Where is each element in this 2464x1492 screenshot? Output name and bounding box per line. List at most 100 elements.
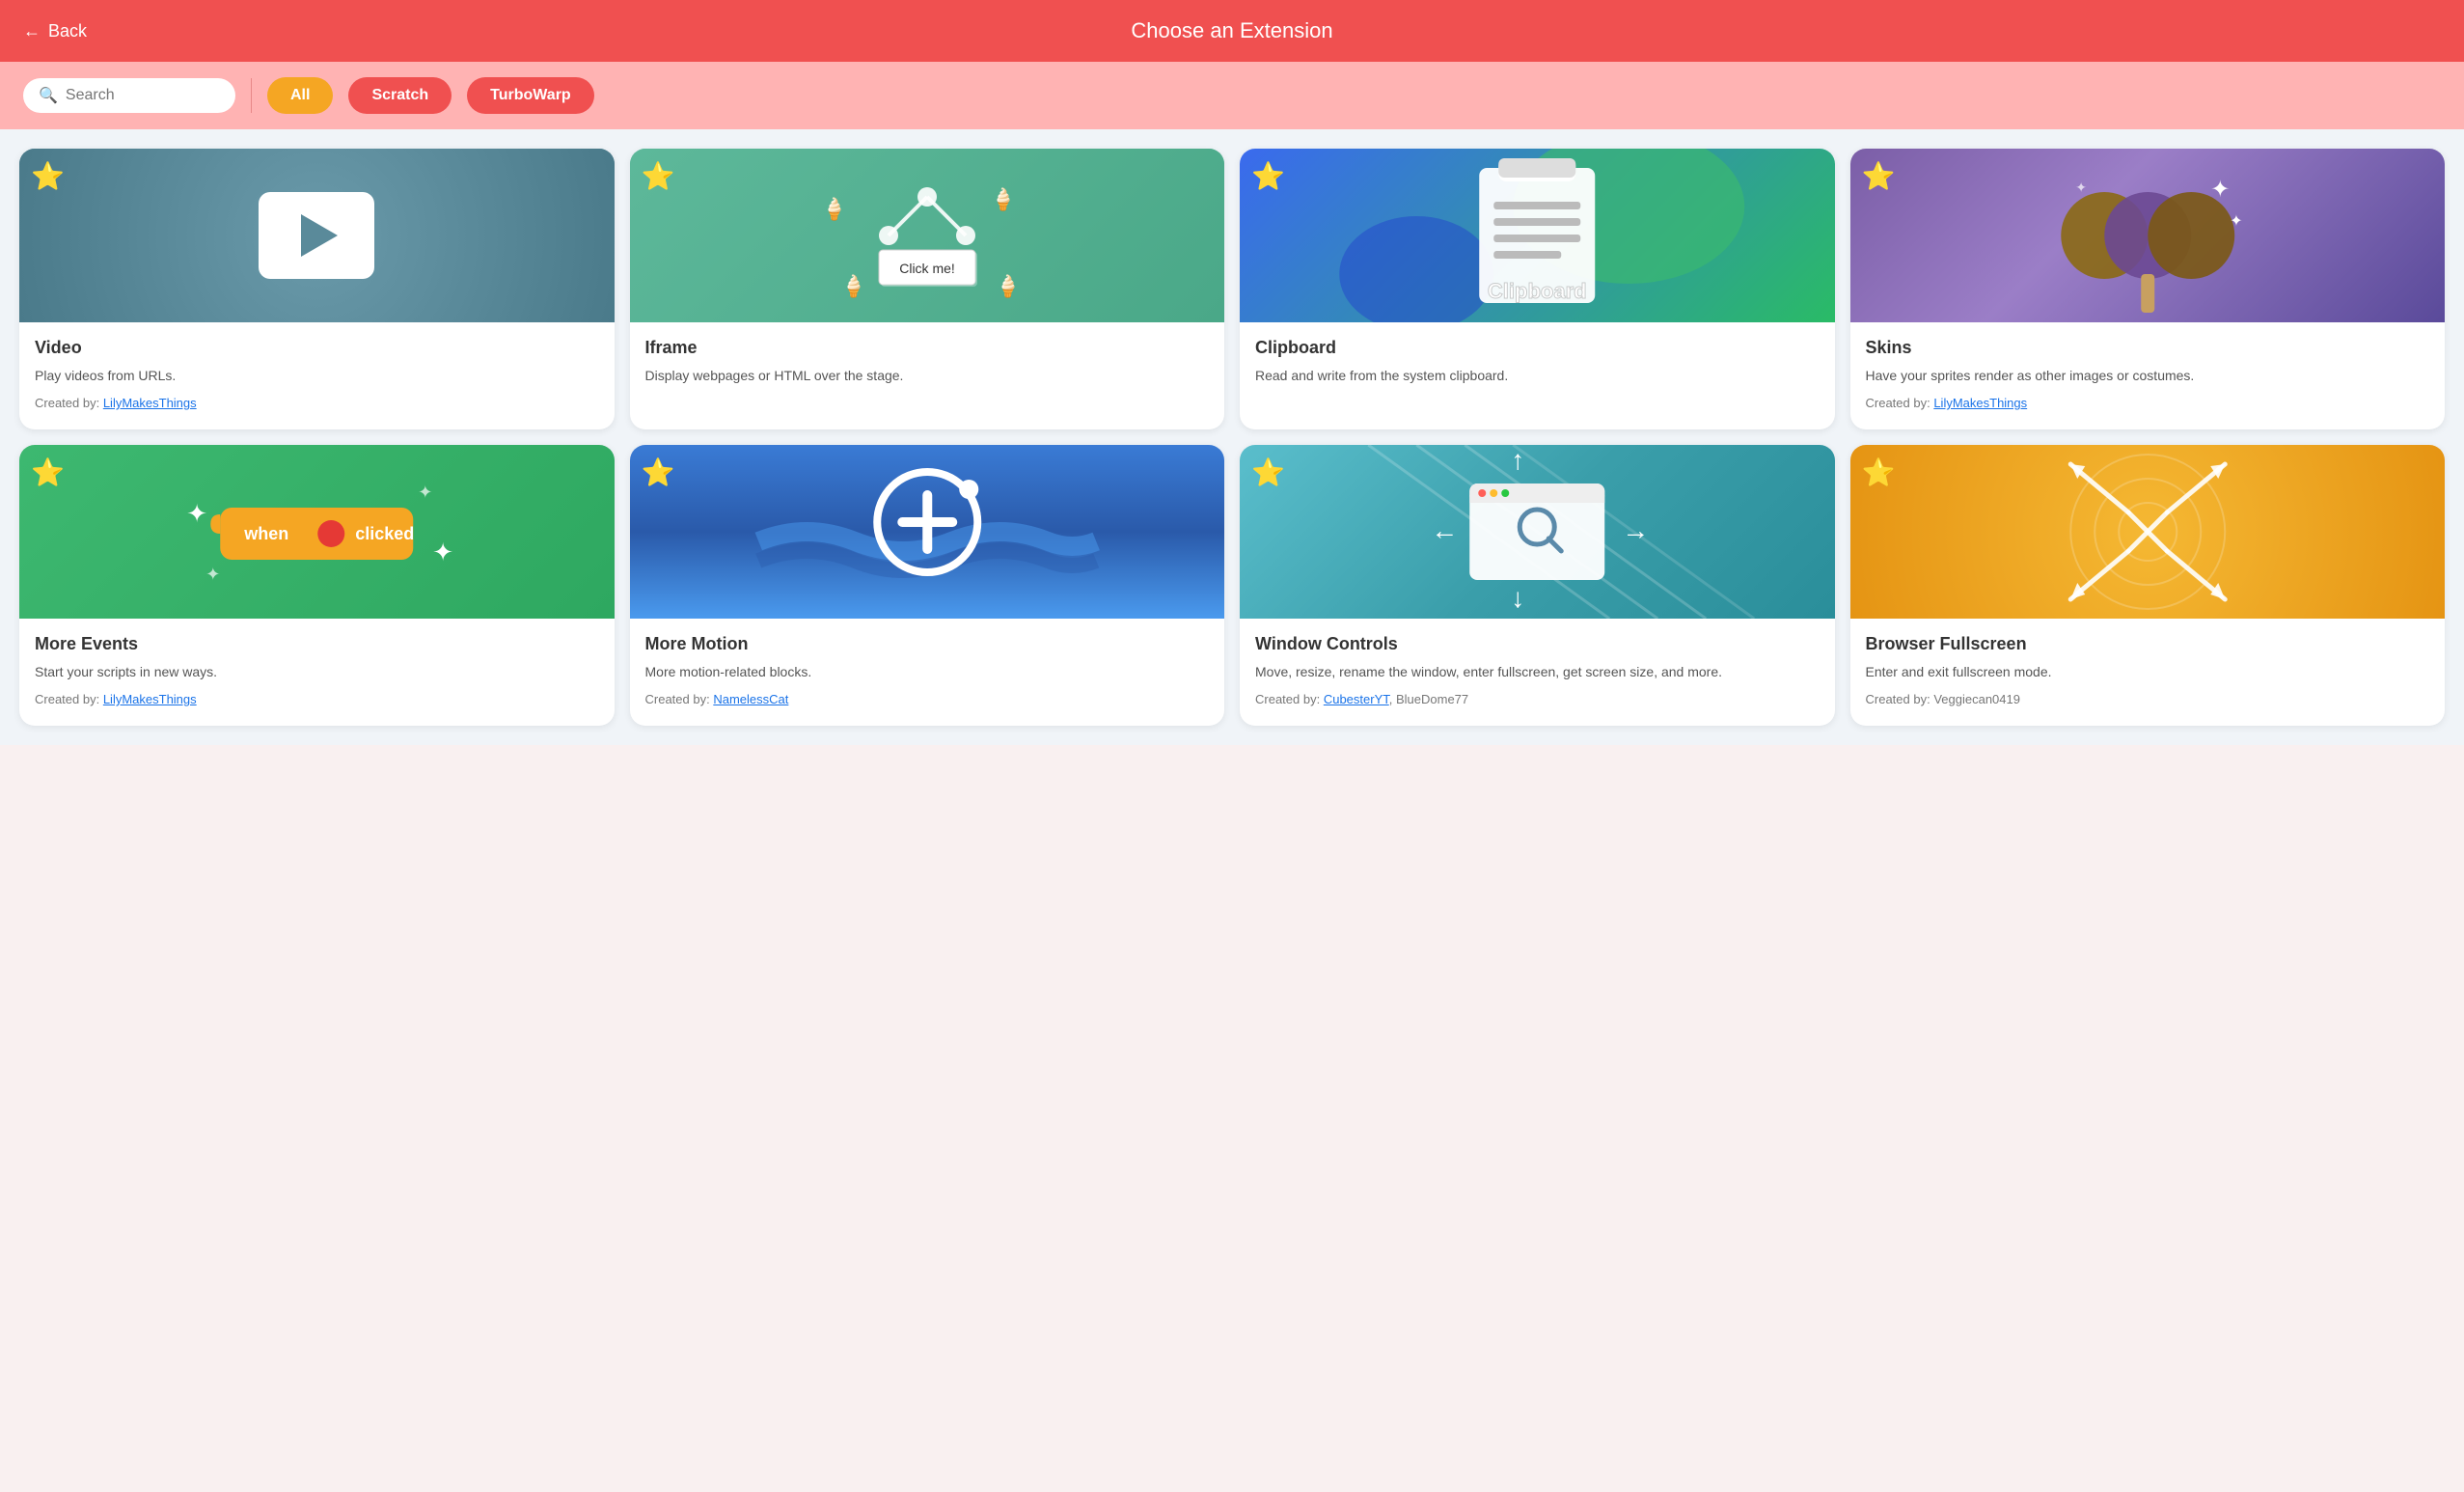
more-events-illustration: when clicked ✦ ✦ ✦ ✦ [19, 445, 615, 619]
clipboard-illustration: Clipboard [1240, 149, 1835, 322]
svg-text:✦: ✦ [2230, 213, 2242, 230]
skins-card-author: Created by: LilyMakesThings [1866, 396, 2430, 410]
svg-text:clicked: clicked [355, 524, 414, 543]
more-events-card-title: More Events [35, 634, 599, 654]
extension-card-browser-fullscreen[interactable]: ⭐ [1850, 445, 2446, 726]
video-card-desc: Play videos from URLs. [35, 366, 599, 386]
page-header: ← Back Choose an Extension [0, 0, 2464, 62]
star-icon: ⭐ [31, 160, 65, 192]
svg-text:✦: ✦ [186, 499, 207, 528]
iframe-card-desc: Display webpages or HTML over the stage. [645, 366, 1210, 386]
video-card-author: Created by: LilyMakesThings [35, 396, 599, 410]
svg-text:when: when [243, 524, 288, 543]
extension-card-more-events[interactable]: ⭐ when clicked ✦ ✦ ✦ ✦ More Events [19, 445, 615, 726]
filter-scratch-button[interactable]: Scratch [348, 77, 452, 114]
page-title: Choose an Extension [1131, 18, 1332, 43]
search-icon: 🔍 [39, 86, 58, 105]
star-icon: ⭐ [1251, 456, 1285, 488]
star-icon: ⭐ [31, 456, 65, 488]
skins-illustration: ✦ ✦ ✦ [1850, 149, 2446, 322]
svg-text:🍦: 🍦 [995, 274, 1021, 298]
video-author-link[interactable]: LilyMakesThings [103, 396, 197, 410]
browser-fullscreen-author: Veggiecan0419 [1933, 692, 2020, 706]
browser-fullscreen-card-author: Created by: Veggiecan0419 [1866, 692, 2430, 706]
window-controls-illustration: ↑ ↓ ← → [1240, 445, 1835, 619]
clipboard-card-body: Clipboard Read and write from the system… [1240, 322, 1835, 415]
video-icon-wrapper [259, 192, 374, 279]
extension-card-iframe[interactable]: ⭐ Click me! 🍦 🍦 🍦 🍦 Iframe [630, 149, 1225, 429]
more-motion-card-body: More Motion More motion-related blocks. … [630, 619, 1225, 726]
extension-card-skins[interactable]: ⭐ ✦ ✦ ✦ Skins Have your sprites render a… [1850, 149, 2446, 429]
extension-card-window-controls[interactable]: ⭐ ↑ ↓ ← [1240, 445, 1835, 726]
window-controls-card-author: Created by: CubesterYT, BlueDome77 [1255, 692, 1820, 706]
svg-text:✦: ✦ [2210, 177, 2230, 203]
iframe-card-body: Iframe Display webpages or HTML over the… [630, 322, 1225, 415]
filter-all-button[interactable]: All [267, 77, 333, 114]
more-motion-card-author: Created by: NamelessCat [645, 692, 1210, 706]
skins-card-title: Skins [1866, 338, 2430, 358]
more-motion-card-title: More Motion [645, 634, 1210, 654]
search-input[interactable] [66, 87, 220, 104]
skins-card-image: ⭐ ✦ ✦ ✦ [1850, 149, 2446, 322]
more-events-card-author: Created by: LilyMakesThings [35, 692, 599, 706]
video-card-title: Video [35, 338, 599, 358]
clipboard-card-desc: Read and write from the system clipboard… [1255, 366, 1820, 386]
iframe-illustration: Click me! 🍦 🍦 🍦 🍦 [811, 158, 1043, 313]
svg-text:Clipboard: Clipboard [1488, 279, 1587, 303]
more-motion-illustration [630, 445, 1225, 619]
svg-text:🍦: 🍦 [821, 197, 847, 221]
back-label: Back [48, 21, 87, 41]
browser-fullscreen-illustration [1850, 445, 2446, 619]
window-controls-card-image: ⭐ ↑ ↓ ← [1240, 445, 1835, 619]
svg-text:✦: ✦ [418, 483, 432, 502]
search-box: 🔍 [23, 78, 235, 113]
play-icon [301, 214, 338, 257]
iframe-card-image: ⭐ Click me! 🍦 🍦 🍦 🍦 [630, 149, 1225, 322]
filter-turbowarp-button[interactable]: TurboWarp [467, 77, 594, 114]
svg-text:Click me!: Click me! [899, 261, 955, 276]
svg-text:✦: ✦ [432, 538, 453, 566]
iframe-card-title: Iframe [645, 338, 1210, 358]
extension-card-more-motion[interactable]: ⭐ More Motion More motion-related blocks… [630, 445, 1225, 726]
window-controls-card-desc: Move, resize, rename the window, enter f… [1255, 662, 1820, 682]
more-events-card-desc: Start your scripts in new ways. [35, 662, 599, 682]
svg-text:🍦: 🍦 [840, 274, 866, 298]
more-events-author-link[interactable]: LilyMakesThings [103, 692, 197, 706]
browser-fullscreen-card-desc: Enter and exit fullscreen mode. [1866, 662, 2430, 682]
star-icon: ⭐ [642, 160, 675, 192]
back-arrow-icon: ← [23, 21, 41, 41]
svg-text:✦: ✦ [2075, 180, 2087, 195]
svg-text:←: ← [1431, 515, 1458, 545]
skins-card-desc: Have your sprites render as other images… [1866, 366, 2430, 386]
extension-card-video[interactable]: ⭐ Video Play videos from URLs. Created b… [19, 149, 615, 429]
video-card-image: ⭐ [19, 149, 615, 322]
star-icon: ⭐ [1251, 160, 1285, 192]
more-events-card-body: More Events Start your scripts in new wa… [19, 619, 615, 726]
svg-text:✦: ✦ [205, 565, 220, 584]
clipboard-card-image: ⭐ Clipboard [1240, 149, 1835, 322]
star-icon: ⭐ [1862, 160, 1896, 192]
browser-fullscreen-card-body: Browser Fullscreen Enter and exit fullsc… [1850, 619, 2446, 726]
extensions-grid: ⭐ Video Play videos from URLs. Created b… [0, 129, 2464, 745]
extension-card-clipboard[interactable]: ⭐ Clipboard Clipboard Read and write fr [1240, 149, 1835, 429]
more-motion-card-image: ⭐ [630, 445, 1225, 619]
browser-fullscreen-card-title: Browser Fullscreen [1866, 634, 2430, 654]
filter-bar: 🔍 All Scratch TurboWarp [0, 62, 2464, 129]
more-motion-card-desc: More motion-related blocks. [645, 662, 1210, 682]
skins-author-link[interactable]: LilyMakesThings [1933, 396, 2027, 410]
svg-text:→: → [1622, 515, 1649, 545]
svg-text:↓: ↓ [1511, 583, 1524, 613]
clipboard-card-title: Clipboard [1255, 338, 1820, 358]
star-icon: ⭐ [1862, 456, 1896, 488]
skins-card-body: Skins Have your sprites render as other … [1850, 322, 2446, 429]
star-icon: ⭐ [642, 456, 675, 488]
filter-divider [251, 78, 252, 113]
window-controls-card-title: Window Controls [1255, 634, 1820, 654]
back-button[interactable]: ← Back [23, 21, 87, 41]
svg-text:↑: ↑ [1511, 445, 1524, 475]
more-motion-author-link[interactable]: NamelessCat [713, 692, 788, 706]
svg-text:🍦: 🍦 [990, 187, 1016, 211]
video-card-body: Video Play videos from URLs. Created by:… [19, 322, 615, 429]
window-controls-author-link[interactable]: CubesterYT [1324, 692, 1389, 706]
window-controls-card-body: Window Controls Move, resize, rename the… [1240, 619, 1835, 726]
